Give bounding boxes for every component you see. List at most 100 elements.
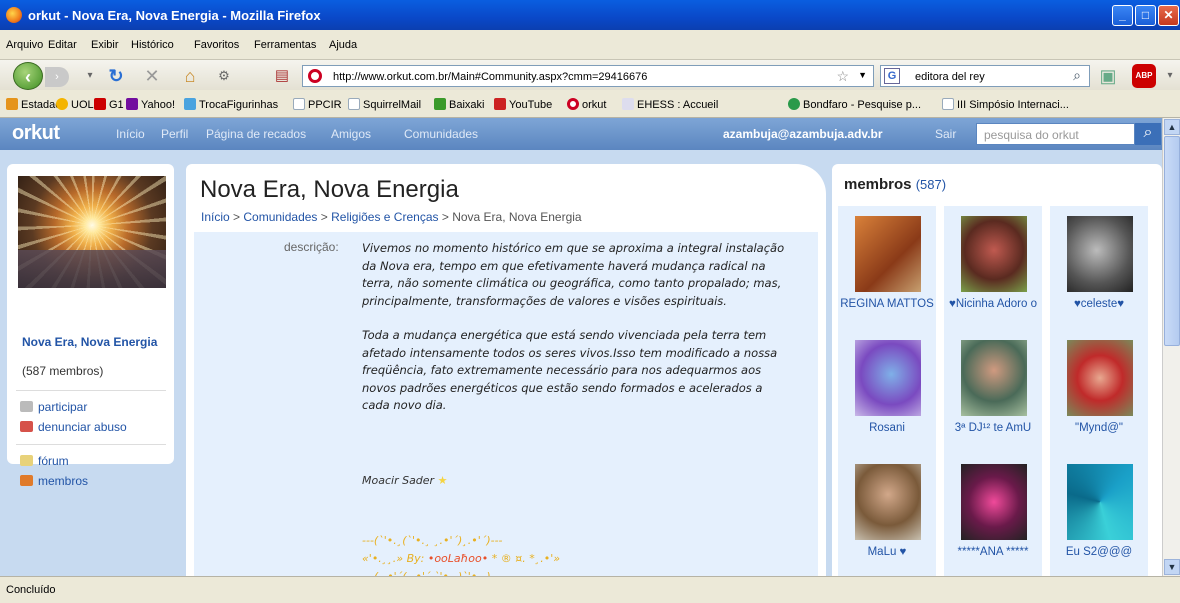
member-card[interactable]: Eu S2@@@ [1050,454,1148,576]
community-image[interactable] [18,176,166,288]
user-email[interactable]: azambuja@azambuja.adv.br [723,127,883,141]
nav-perfil[interactable]: Perfil [161,127,188,141]
addon-icon[interactable]: ▣ [1096,64,1120,88]
history-dropdown-icon[interactable]: ▾ [78,64,102,88]
page-icon [348,98,360,110]
member-card[interactable]: *****ANA ***** [944,454,1042,576]
member-name[interactable]: REGINA MATTOS [840,298,934,310]
home-icon[interactable]: ⌂ [178,64,202,88]
report-abuse-link[interactable]: denunciar abuso [20,420,127,434]
member-name[interactable]: Rosani [840,422,934,434]
close-icon[interactable]: ✕ [1158,5,1179,26]
page-scrollbar[interactable]: ▲ ▼ [1162,118,1180,576]
member-card[interactable]: Rosani [838,330,936,454]
forward-icon[interactable]: › [45,67,69,87]
scroll-thumb[interactable] [1164,136,1180,346]
bookmark-yahoo[interactable]: Yahoo! [126,98,175,111]
member-avatar[interactable] [1067,216,1133,292]
bookmark-g1[interactable]: G1 [94,98,124,111]
bookmark-trocafigurinhas[interactable]: TrocaFigurinhas [184,98,278,111]
google-engine-icon[interactable]: G [884,68,900,84]
reload-icon[interactable]: ↻ [104,64,128,88]
bookmark-ppcir[interactable]: PPCIR [293,98,342,111]
orkut-logo[interactable]: orkut [12,122,60,145]
extension-icon[interactable]: ⚙ [212,64,236,88]
member-card[interactable]: MaLu ♥ [838,454,936,576]
bookmark-uol[interactable]: UOL [56,98,94,111]
bookmark-star-icon[interactable]: ☆ [836,68,849,85]
menu-favoritos[interactable]: Favoritos [194,39,239,51]
scroll-down-icon[interactable]: ▼ [1164,559,1180,575]
member-avatar[interactable] [855,340,921,416]
search-icon[interactable]: ⌕ [1073,67,1081,84]
toolbar-overflow-icon[interactable]: ▾ [1158,64,1180,88]
member-avatar[interactable] [855,464,921,540]
bookmark-bondfaro[interactable]: Bondfaro - Pesquise p... [788,98,921,111]
print-icon[interactable]: ▤ [270,64,294,88]
breadcrumb-comunidades[interactable]: Comunidades [243,210,317,224]
member-card[interactable]: ♥celeste♥ [1050,206,1148,330]
logout-link[interactable]: Sair [935,127,956,141]
stop-icon[interactable]: ✕ [140,64,164,88]
member-name[interactable]: ♥Nicinha Adoro o [946,298,1040,310]
firefox-icon [6,7,22,23]
members-link[interactable]: membros [20,474,88,488]
nav-inicio[interactable]: Início [116,127,145,141]
bookmark-orkut[interactable]: orkut [567,98,606,111]
menu-bar: Arquivo Editar Exibir Histórico Favorito… [0,30,1180,60]
scroll-up-icon[interactable]: ▲ [1164,119,1180,135]
menu-exibir[interactable]: Exibir [91,39,119,51]
star-icon: ★ [437,474,448,487]
minimize-icon[interactable]: _ [1112,5,1133,26]
community-name[interactable]: Nova Era, Nova Energia [22,336,172,349]
nav-pagina-de-recados[interactable]: Página de recados [206,127,306,141]
url-dropdown-icon[interactable]: ▼ [858,70,867,80]
nav-amigos[interactable]: Amigos [331,127,371,141]
bookmark-squirrelmail[interactable]: SquirrelMail [348,98,421,111]
orkut-search-icon[interactable]: ⌕ [1135,123,1161,145]
bookmark-baixaki[interactable]: Baixaki [434,98,484,111]
member-card[interactable]: ♥Nicinha Adoro o [944,206,1042,330]
page-viewport: orkut Início Perfil Página de recados Am… [0,118,1162,576]
member-name[interactable]: *****ANA ***** [946,546,1040,558]
orkut-search-input[interactable]: pesquisa do orkut [976,123,1135,145]
menu-historico[interactable]: Histórico [131,39,174,51]
menu-editar[interactable]: Editar [48,39,77,51]
menu-ferramentas[interactable]: Ferramentas [254,39,316,51]
member-card[interactable]: REGINA MATTOS [838,206,936,330]
bookmark-ehess[interactable]: EHESS : Accueil [622,98,718,111]
bookmark-estadao[interactable]: Estadao [6,98,61,111]
adblock-icon[interactable]: ABP [1132,64,1156,88]
member-name[interactable]: "Mynd@" [1052,422,1146,434]
member-name[interactable]: ♥celeste♥ [1052,298,1146,310]
member-avatar[interactable] [961,464,1027,540]
community-sidebar: Nova Era, Nova Energia (587 membros) par… [7,164,174,488]
browser-search-field[interactable]: G editora del rey ⌕ [880,65,1090,87]
member-name[interactable]: MaLu ♥ [840,546,934,558]
member-avatar[interactable] [961,340,1027,416]
member-avatar[interactable] [855,216,921,292]
bookmark-youtube[interactable]: YouTube [494,98,552,111]
bookmark-simposio[interactable]: III Simpósio Internaci... [942,98,1069,111]
maximize-icon[interactable]: □ [1135,5,1156,26]
url-bar[interactable]: http://www.orkut.com.br/Main#Community.a… [302,65,874,87]
page-icon [942,98,954,110]
member-avatar[interactable] [1067,340,1133,416]
forum-link[interactable]: fórum [20,454,69,468]
back-icon[interactable]: ‹ [13,62,43,90]
member-card[interactable]: "Mynd@" [1050,330,1148,454]
member-avatar[interactable] [1067,464,1133,540]
join-link[interactable]: participar [20,400,87,414]
member-card[interactable]: 3ª DJ¹² te AmU [944,330,1042,454]
menu-arquivo[interactable]: Arquivo [6,39,43,51]
forum-icon [20,455,33,466]
menu-ajuda[interactable]: Ajuda [329,39,357,51]
member-name[interactable]: 3ª DJ¹² te AmU [946,422,1040,434]
decoration-line: ---(`'•.¸(`'•.¸ ¸.•'´)¸.•'´)--- [362,534,503,547]
nav-comunidades[interactable]: Comunidades [404,127,478,141]
member-name[interactable]: Eu S2@@@ [1052,546,1146,558]
breadcrumb-inicio[interactable]: Início [201,210,230,224]
member-avatar[interactable] [961,216,1027,292]
breadcrumb-category[interactable]: Religiões e Crenças [331,210,438,224]
status-text: Concluído [6,584,56,596]
